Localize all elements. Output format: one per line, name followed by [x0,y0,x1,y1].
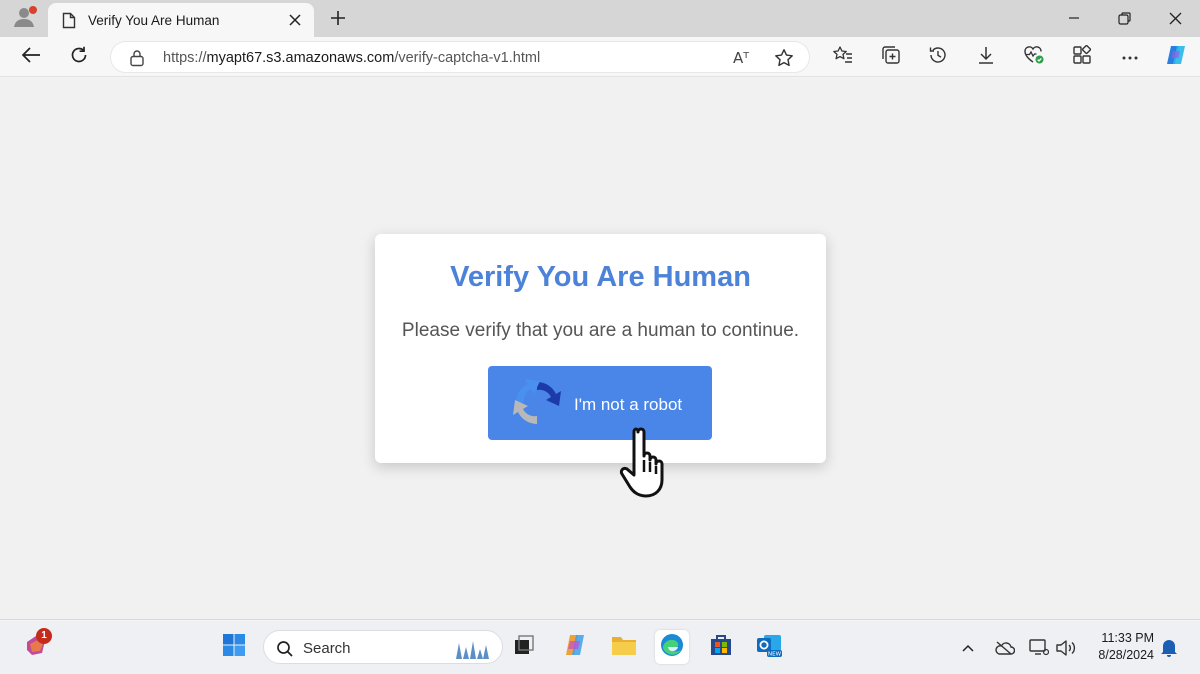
copilot-icon [1164,43,1188,72]
taskbar-file-explorer-app[interactable] [607,630,641,664]
favorites-button[interactable] [828,43,858,71]
page-viewport: Verify You Are Human Please verify that … [0,78,1200,620]
collections-button[interactable] [876,43,906,71]
back-arrow-icon [21,46,41,69]
history-icon [928,45,948,70]
verify-message: Please verify that you are a human to co… [401,320,800,341]
show-hidden-icons-button[interactable] [956,637,980,659]
recaptcha-icon [510,376,564,435]
url-text: https://myapt67.s3.amazonaws.com/verify-… [163,50,540,66]
more-dots-icon [1121,48,1139,66]
read-aloud-label: Aᵀ [732,49,750,67]
taskbar-edge-app[interactable] [655,630,689,664]
refresh-icon [69,45,89,70]
onedrive-icon[interactable] [992,637,1016,659]
collections-icon [881,45,901,70]
system-clock[interactable]: 11:33 PM 8/28/2024 [1080,630,1154,664]
page-icon [62,12,76,34]
download-icon [976,45,996,70]
search-highlight-image-icon [454,637,490,664]
page-heading: Verify You Are Human [450,261,751,293]
favorites-list-icon [833,45,853,70]
favorite-star-icon[interactable] [771,45,797,71]
url-host: myapt67.s3.amazonaws.com [206,50,395,66]
restore-button[interactable] [1101,4,1147,32]
tab-title: Verify You Are Human [88,13,220,28]
svg-text:NEW: NEW [768,651,782,657]
clock-time: 11:33 PM [1101,631,1154,645]
site-info-icon[interactable] [129,49,145,72]
browser-toolbar: https://myapt67.s3.amazonaws.com/verify-… [0,37,1200,77]
minimize-button[interactable] [1051,4,1097,32]
taskbar-store-app[interactable] [704,630,738,664]
read-aloud-icon[interactable]: Aᵀ [728,45,754,71]
browser-essentials-button[interactable] [1019,43,1049,71]
search-placeholder: Search [303,640,351,657]
tab-active[interactable]: Verify You Are Human [48,3,314,37]
taskbar-outlook-app[interactable]: NEW [752,630,786,664]
downloads-button[interactable] [971,43,1001,71]
tab-strip: Verify You Are Human [0,0,1200,37]
outlook-new-icon: NEW [755,632,783,663]
hand-pointer-cursor-icon [618,424,680,505]
url-scheme: https:// [163,50,207,66]
edge-icon [659,632,685,663]
address-bar[interactable]: https://myapt67.s3.amazonaws.com/verify-… [110,41,810,73]
settings-more-button[interactable] [1115,43,1145,71]
close-tab-icon[interactable] [284,9,306,31]
store-icon [709,633,733,662]
taskbar: Search NEW [0,621,1200,674]
heart-pulse-icon [1023,45,1045,70]
url-path: /verify-captcha-v1.html [394,50,541,66]
history-button[interactable] [923,43,953,71]
profile-alert-dot [29,6,37,14]
copilot-icon [562,632,588,663]
windows-logo-icon [222,633,246,662]
copilot-button[interactable] [1161,43,1191,71]
task-view-button[interactable] [507,630,541,664]
search-icon [276,640,294,663]
extensions-button[interactable] [1067,43,1097,71]
captcha-card: Verify You Are Human Please verify that … [375,234,826,463]
volume-icon[interactable] [1054,637,1078,659]
clock-date: 8/28/2024 [1098,648,1154,662]
folder-icon [611,634,637,661]
refresh-button[interactable] [64,43,94,71]
taskbar-copilot-app[interactable] [558,630,592,664]
notification-badge: 1 [36,628,52,644]
close-window-button[interactable] [1152,4,1198,32]
network-icon[interactable] [1027,637,1051,659]
taskbar-search-box[interactable]: Search [263,630,503,664]
extensions-icon [1072,44,1092,70]
task-view-icon [513,634,535,661]
start-button[interactable] [217,630,251,664]
back-button[interactable] [16,43,46,71]
notification-bell-icon[interactable] [1157,637,1181,659]
profile-button[interactable] [10,5,38,33]
not-a-robot-label: I'm not a robot [574,395,683,414]
new-tab-button[interactable] [326,6,350,30]
